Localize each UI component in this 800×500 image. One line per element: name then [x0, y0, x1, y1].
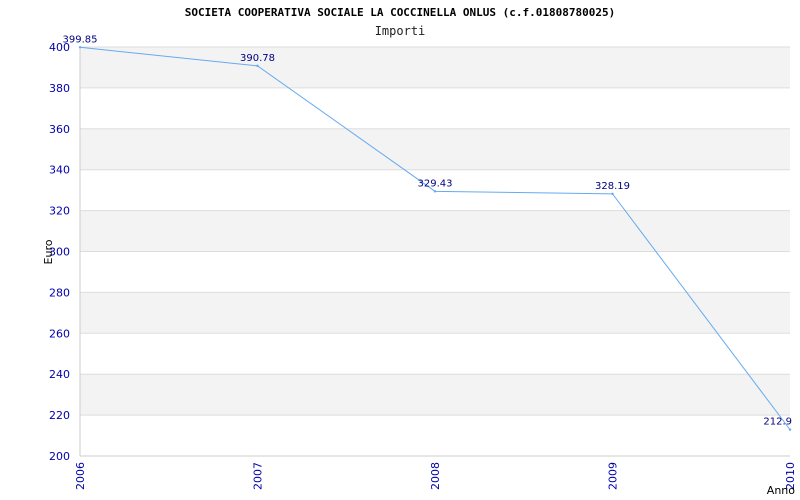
grid-band — [80, 87, 790, 129]
data-label: 390.78 — [240, 53, 275, 64]
y-tick-label: 200 — [49, 450, 70, 463]
x-tick-label: 2008 — [429, 462, 442, 490]
data-point — [611, 192, 614, 196]
x-tick-label: 2007 — [252, 462, 265, 490]
x-tick-labels: 2006 2007 2008 2009 2010 — [74, 462, 797, 490]
y-tick-label: 360 — [49, 123, 70, 136]
y-tick-label: 320 — [49, 205, 70, 218]
grid-band — [80, 47, 790, 88]
grid-band — [80, 128, 790, 170]
line-chart: 200220240260280300320340360380400 2006 20… — [42, 34, 797, 497]
y-tick-label: 280 — [49, 286, 70, 299]
data-label: 328.19 — [595, 181, 630, 192]
data-point — [788, 428, 792, 431]
data-point — [78, 46, 82, 49]
y-axis-label: Euro — [42, 239, 55, 264]
grid-band — [80, 210, 790, 252]
data-point — [433, 190, 437, 193]
x-axis-label: Anno — [767, 484, 795, 497]
y-tick-label: 340 — [49, 164, 70, 177]
y-tick-label: 380 — [49, 82, 70, 95]
x-tick-label: 2009 — [607, 462, 620, 490]
grid-band — [80, 374, 790, 416]
grid-band — [80, 333, 790, 375]
data-label: 329.43 — [418, 178, 453, 189]
data-label: 212.9 — [763, 417, 792, 428]
grid-band — [80, 415, 790, 456]
grid-band — [80, 251, 790, 293]
y-tick-label: 240 — [49, 368, 70, 381]
grid-band — [80, 292, 790, 334]
x-tick-label: 2006 — [74, 462, 87, 490]
y-tick-label: 220 — [49, 409, 70, 422]
data-label: 399.85 — [63, 34, 98, 45]
y-tick-label: 260 — [49, 327, 70, 340]
data-point — [256, 64, 259, 68]
